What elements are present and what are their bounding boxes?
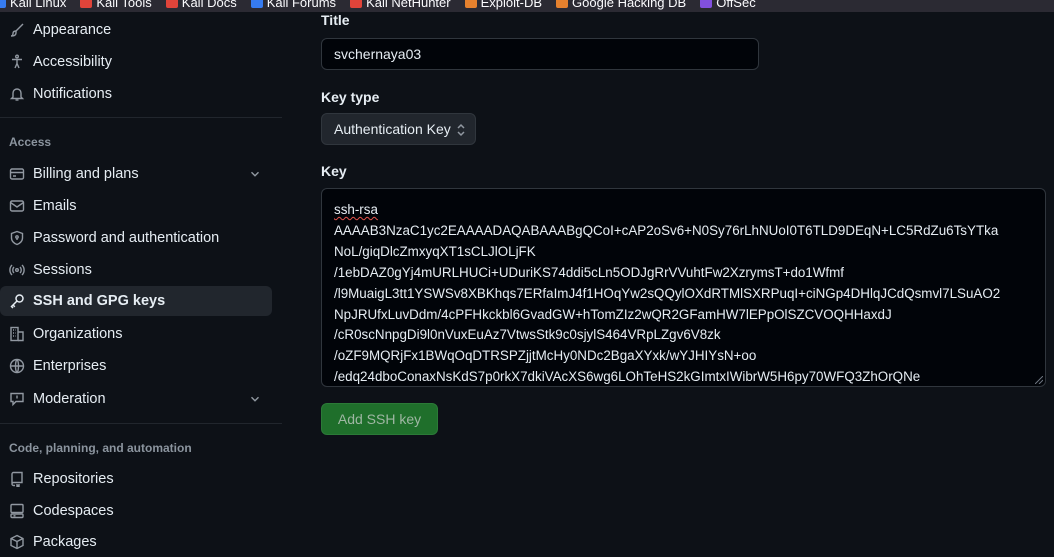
offsec-icon	[700, 0, 713, 8]
key-line: ssh-rsa	[334, 202, 378, 217]
kali-docs-icon	[165, 0, 178, 8]
sidebar-section-access: Access	[9, 135, 52, 149]
bookmark-kali-tools[interactable]: Kali Tools	[80, 0, 152, 10]
bookmark-exploit-db[interactable]: Exploit-DB	[464, 0, 542, 10]
sidebar-divider	[0, 117, 282, 118]
select-arrows-icon	[457, 123, 465, 137]
key-type-label: Key type	[321, 89, 380, 105]
exploit-db-icon	[464, 0, 477, 8]
bookmark-kali-docs[interactable]: Kali Docs	[165, 0, 237, 10]
sidebar-item-packages[interactable]: Packages	[0, 527, 272, 557]
title-input[interactable]: svchernaya03	[321, 38, 759, 70]
sidebar-item-emails[interactable]: Emails	[0, 191, 272, 221]
sidebar-item-billing[interactable]: Billing and plans	[0, 159, 272, 189]
bookmark-ghdb[interactable]: Google Hacking DB	[556, 0, 686, 10]
key-line: NpJRUfxLuvDdm/4cPFHkckbl6GvadGW+hTomZIz2…	[334, 306, 892, 322]
paintbrush-icon	[9, 22, 25, 38]
codespaces-icon	[9, 503, 25, 519]
add-ssh-key-label: Add SSH key	[337, 411, 422, 427]
bookmark-offsec[interactable]: OffSec	[700, 0, 756, 10]
sidebar-section-code: Code, planning, and automation	[9, 441, 192, 455]
mail-icon	[9, 198, 25, 214]
accessibility-icon	[9, 54, 25, 70]
sidebar-item-appearance[interactable]: Appearance	[0, 15, 272, 45]
globe-icon	[9, 358, 25, 374]
bookmark-kali-linux[interactable]: Kali Linux	[0, 0, 66, 10]
key-type-value: Authentication Key	[334, 121, 451, 137]
credit-card-icon	[9, 166, 25, 182]
sidebar-item-organizations[interactable]: Organizations	[0, 319, 272, 349]
repo-icon	[9, 471, 25, 487]
bell-icon	[9, 86, 25, 102]
key-line: /1ebDAZ0gYj4mURLHUCi+UDuriKS74ddi5cLn5OD…	[334, 264, 845, 280]
key-line: /oZF9MQRjFx1BWqOqDTRSPZjjtMcHy0NDc2BgaXY…	[334, 348, 757, 364]
nethunter-icon	[350, 0, 363, 8]
key-label: Key	[321, 163, 347, 179]
organization-icon	[9, 326, 25, 342]
kali-icon	[0, 0, 6, 8]
resize-handle-icon[interactable]	[1035, 376, 1043, 384]
sidebar-item-accessibility[interactable]: Accessibility	[0, 47, 272, 77]
sidebar-divider	[0, 423, 282, 424]
kali-tools-icon	[80, 0, 93, 8]
sidebar-item-moderation[interactable]: Moderation	[0, 384, 272, 414]
key-line: /cR0scNnpgDi9l0nVuxEuAz7VtwsStk9c0sjylS4…	[334, 327, 721, 343]
key-line: AAAAB3NzaC1yc2EAAAADAQABAAABgQCoI+cAP2oS…	[334, 222, 999, 238]
sidebar-item-ssh-gpg-keys[interactable]: SSH and GPG keys	[0, 286, 272, 316]
report-icon	[9, 391, 25, 407]
bookmark-kali-nethunter[interactable]: Kali NetHunter	[350, 0, 451, 10]
sidebar-item-repositories[interactable]: Repositories	[0, 464, 272, 494]
key-line: NoL/giqDlcZmxyqXT1sCLJlOLjFK	[334, 243, 536, 259]
key-line: /edq24dboConaxNsKdS7p0rkX7dkiVAcXS6wg6LO…	[334, 369, 921, 385]
chevron-down-icon[interactable]	[248, 392, 262, 406]
key-icon	[9, 293, 25, 309]
sidebar-item-notifications[interactable]: Notifications	[0, 79, 272, 109]
key-line: /l9MuaigL3tt1YSWSv8XBKhqs7ERfaImJ4f1HOqY…	[334, 285, 1001, 301]
shield-lock-icon	[9, 230, 25, 246]
ghdb-icon	[556, 0, 569, 8]
chevron-down-icon[interactable]	[248, 167, 262, 181]
key-textarea[interactable]: ssh-rsa AAAAB3NzaC1yc2EAAAADAQABAAABgQCo…	[321, 188, 1046, 387]
add-ssh-key-button[interactable]: Add SSH key	[321, 403, 438, 435]
sidebar-item-codespaces[interactable]: Codespaces	[0, 496, 272, 526]
title-label: Title	[321, 12, 350, 28]
sidebar-item-password-auth[interactable]: Password and authentication	[0, 223, 272, 253]
broadcast-icon	[9, 262, 25, 278]
bookmark-kali-forums[interactable]: Kali Forums	[250, 0, 336, 10]
sidebar-item-sessions[interactable]: Sessions	[0, 255, 272, 285]
key-type-select[interactable]: Authentication Key	[321, 113, 476, 145]
sidebar-item-enterprises[interactable]: Enterprises	[0, 351, 272, 381]
bookmarks-bar: Kali Linux Kali Tools Kali Docs Kali For…	[0, 0, 1054, 12]
kali-forums-icon	[250, 0, 263, 8]
title-input-value: svchernaya03	[334, 46, 422, 62]
